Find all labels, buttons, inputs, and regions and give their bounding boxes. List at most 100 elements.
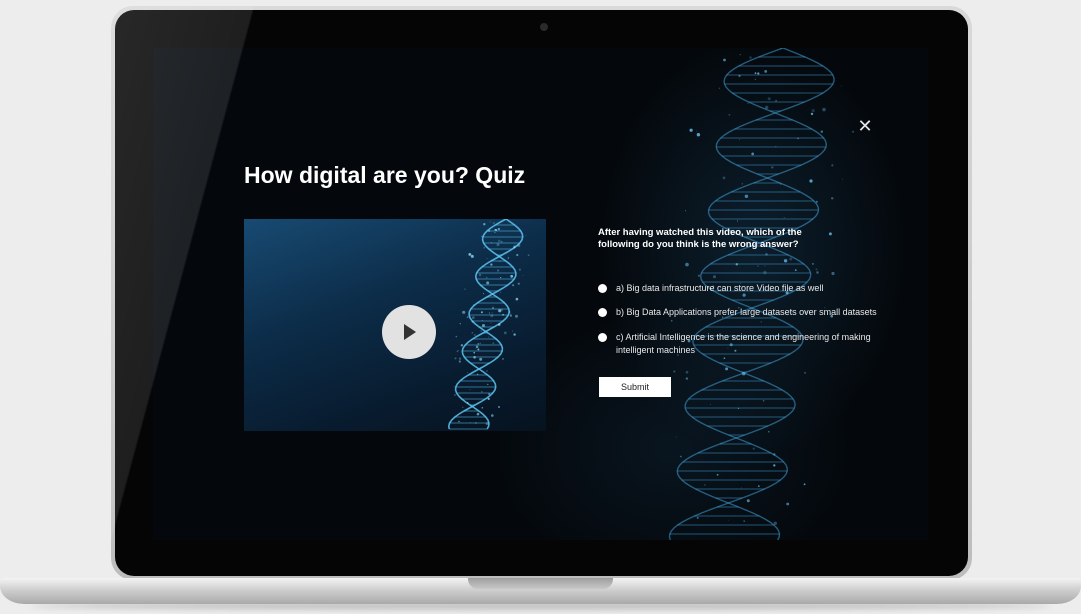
particle-dot [749,56,752,59]
particle-dot [527,254,530,256]
particle-dot [500,291,502,293]
particle-dot [783,259,788,263]
particle-dot [804,372,806,374]
laptop-notch [468,578,613,589]
particle-dot [685,210,686,212]
particle-dot [794,269,797,271]
particle-dot [754,78,757,81]
answer-label: c) Artificial Intelligence is the scienc… [616,332,871,355]
particle-dot [469,422,471,423]
particle-dot [512,284,515,287]
particle-dot [489,312,490,314]
particle-dot [739,54,741,56]
particle-dot [697,274,701,277]
particle-dot [507,257,510,259]
particle-dot [780,183,782,185]
video-player[interactable] [244,219,546,431]
particle-dot [479,357,483,361]
particle-dot [510,274,514,278]
particle-dot [468,253,472,256]
particle-dot [718,87,720,89]
particle-dot [458,360,461,363]
particle-dot [728,113,731,116]
particle-dot [723,58,726,62]
particle-dot [809,179,813,183]
particle-dot [490,242,492,244]
particle-dot [474,334,476,336]
particle-dot [768,431,770,433]
radio-button[interactable] [598,308,607,317]
particle-dot [473,356,476,359]
particle-dot [466,316,469,319]
particle-dot [509,313,512,316]
particle-dot [811,262,814,265]
particle-dot [475,422,477,424]
play-button[interactable] [382,305,436,359]
particle-dot [852,130,855,133]
particle-dot [481,407,484,409]
particle-dot [720,442,722,444]
particle-dot [483,293,485,295]
radio-button[interactable] [598,333,607,342]
particle-dot [822,107,826,112]
particle-dot [486,370,488,372]
particle-dot [704,484,706,486]
helix-strand [454,219,517,430]
question-text: After having watched this video, which o… [598,227,802,250]
particle-dot [522,275,524,276]
particle-dot [500,308,504,312]
particle-dot [466,402,469,404]
particle-dot [458,357,462,360]
particle-dot [453,386,455,388]
particle-dot [515,314,518,318]
particle-dot [483,223,486,226]
particle-dot [751,152,755,156]
particle-dot [475,345,479,349]
particle-dot [754,72,757,74]
particle-dot [488,393,491,396]
particle-dot [490,322,492,324]
particle-dot [831,197,834,200]
particle-dot [497,269,500,272]
particle-dot [737,220,738,222]
particle-dot [513,333,516,336]
particle-dot [457,349,459,351]
particle-dot [503,331,507,335]
submit-button[interactable]: Submit [599,377,671,397]
particle-dot [757,265,759,267]
particle-dot [689,128,693,132]
particle-dot [459,323,461,325]
particle-dot [744,194,749,198]
close-icon[interactable]: ✕ [857,117,873,135]
particle-dot [467,372,468,374]
particle-dot [725,367,729,371]
particle-dot [482,319,483,321]
particle-dot [491,312,493,314]
particle-dot [815,200,818,203]
screen: ✕ How digital are you? Quiz After having… [153,48,928,540]
particle-dot [469,388,471,390]
particle-dot [816,271,819,274]
particle-dot [476,373,479,375]
particle-dot [820,130,823,133]
particle-dot [746,499,750,503]
particle-dot [486,258,488,259]
particle-dot [831,164,834,167]
particle-dot [492,342,495,345]
particle-dot [513,246,516,249]
particle-dot [470,254,474,258]
particle-dot [762,399,765,402]
particle-dot [477,302,479,304]
particle-dot [458,420,460,423]
radio-button[interactable] [598,284,607,293]
particle-dot [757,485,760,488]
particle-dot [502,313,504,316]
particle-dot [525,234,527,236]
particle-dot [454,357,457,360]
particle-dot [462,406,464,408]
particle-dot [462,310,466,314]
particle-dot [765,253,768,256]
particle-dot [488,230,491,232]
particle-dot [492,222,495,225]
particle-dot [710,404,711,405]
